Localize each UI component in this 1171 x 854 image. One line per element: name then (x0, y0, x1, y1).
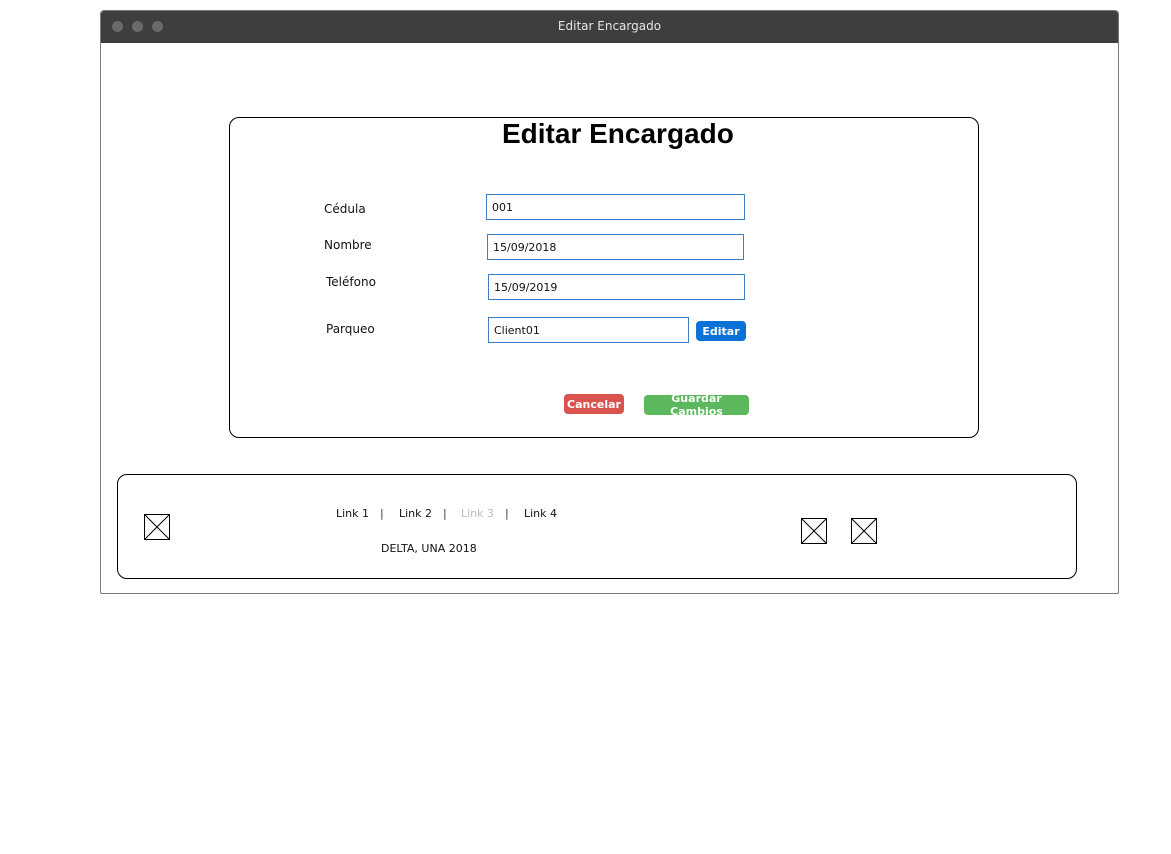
image-placeholder-icon (144, 514, 170, 540)
link-separator: | (505, 507, 509, 520)
cancel-button[interactable]: Cancelar (564, 394, 624, 414)
footer-link-1[interactable]: Link 1 (336, 507, 369, 520)
telefono-input[interactable] (488, 274, 745, 300)
link-separator: | (443, 507, 447, 520)
save-changes-button[interactable]: Guardar Cambios (644, 392, 749, 418)
cedula-input[interactable] (486, 194, 745, 220)
footer-link-4[interactable]: Link 4 (524, 507, 557, 520)
footer-link-2[interactable]: Link 2 (399, 507, 432, 520)
link-separator: | (380, 507, 384, 520)
window-title: Editar Encargado (557, 19, 662, 33)
image-placeholder-icon[interactable] (801, 518, 827, 544)
footer-link-3: Link 3 (461, 507, 495, 520)
parqueo-input[interactable] (488, 317, 689, 343)
image-placeholder-icon[interactable] (851, 518, 877, 544)
cedula-label: Cédula (324, 202, 366, 216)
title-bar: Editar Encargado (101, 11, 1118, 43)
nombre-label: Nombre (324, 238, 372, 252)
form-title: Editar Encargado (502, 118, 734, 149)
parqueo-label: Parqueo (326, 322, 375, 336)
edit-parqueo-button[interactable]: Editar (696, 321, 746, 341)
nombre-input[interactable] (487, 234, 744, 260)
copyright-text: DELTA, UNA 2018 (381, 542, 477, 555)
telefono-label: Teléfono (326, 275, 376, 289)
footer-panel (117, 474, 1077, 579)
